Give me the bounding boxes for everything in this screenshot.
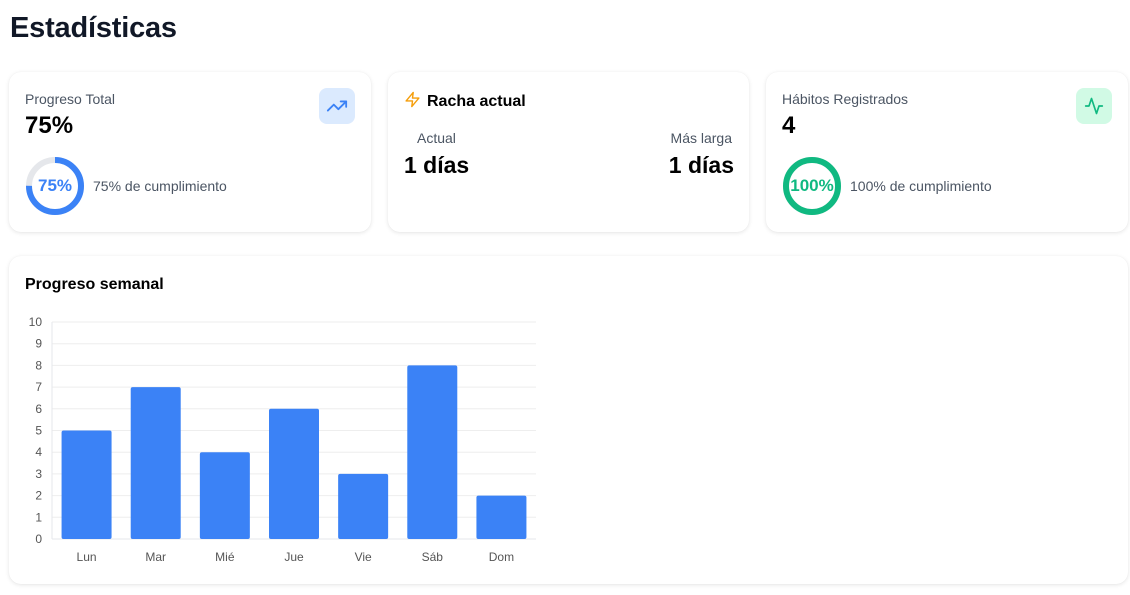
total-progress-caption: 75% de cumplimiento	[93, 178, 227, 194]
habits-label: Hábitos Registrados	[782, 91, 909, 107]
bar-Vie	[338, 473, 389, 539]
y-tick-label: 5	[35, 424, 42, 438]
activity-icon	[1076, 88, 1112, 124]
weekly-progress-title: Progreso semanal	[25, 276, 164, 293]
x-tick-label: Sáb	[422, 550, 444, 564]
habits-caption: 100% de cumplimiento	[850, 178, 992, 194]
streak-header: Racha actual	[404, 91, 526, 113]
habits-value: 4	[782, 112, 796, 139]
y-tick-label: 2	[35, 489, 42, 503]
y-tick-label: 0	[35, 532, 42, 546]
trending-up-icon	[319, 88, 355, 124]
bar-Dom	[476, 495, 527, 539]
y-tick-label: 10	[29, 315, 43, 329]
x-tick-label: Mar	[145, 550, 166, 564]
x-tick-label: Jue	[284, 550, 304, 564]
x-tick-label: Dom	[489, 550, 514, 564]
y-tick-label: 6	[35, 402, 42, 416]
page-title: Estadísticas	[10, 12, 177, 44]
y-tick-label: 4	[35, 445, 42, 459]
bar-Mié	[199, 452, 250, 539]
total-progress-ring-text: 75%	[37, 176, 73, 195]
total-progress-label: Progreso Total	[25, 91, 116, 107]
habits-ring-text: 100%	[790, 176, 834, 195]
bar-Jue	[269, 408, 319, 539]
weekly-progress-card: 0 1 2 3 4 5 6 7 8 9 10 Lun Mar Mié Jue Vie Sáb Dom Progre…	[9, 256, 1128, 584]
y-tick-label: 1	[35, 510, 42, 524]
habits-card: Hábitos Registrados 4 100% 100% de cumpl…	[766, 72, 1128, 232]
y-tick-label: 9	[35, 337, 42, 351]
y-tick-label: 8	[35, 358, 42, 372]
y-tick-label: 7	[35, 380, 42, 394]
weekly-bar-chart: 0 1 2 3 4 5 6 7 8 9 10 Lun Mar Mié Jue Vie Sáb Dom	[29, 315, 536, 564]
current-streak-value: 1 días	[404, 152, 470, 178]
streak-title: Racha actual	[427, 93, 526, 110]
longest-streak-value: 1 días	[668, 152, 734, 178]
bar-Sáb	[407, 365, 458, 539]
x-tick-label: Lun	[77, 550, 97, 564]
total-progress-value: 75%	[25, 112, 74, 139]
longest-streak-label: Más larga	[670, 130, 732, 146]
total-progress-card: Progreso Total 75% 75% 75% de cumplimien…	[9, 72, 371, 232]
x-tick-label: Mié	[215, 550, 235, 564]
streak-card: Racha actual Actual 1 días Más larga 1 d…	[388, 72, 749, 232]
bar-Lun	[61, 430, 112, 539]
bar-Mar	[130, 387, 181, 539]
lightning-icon	[404, 91, 421, 113]
current-streak-label: Actual	[417, 130, 456, 146]
x-tick-label: Vie	[355, 550, 372, 564]
y-tick-label: 3	[35, 467, 42, 481]
